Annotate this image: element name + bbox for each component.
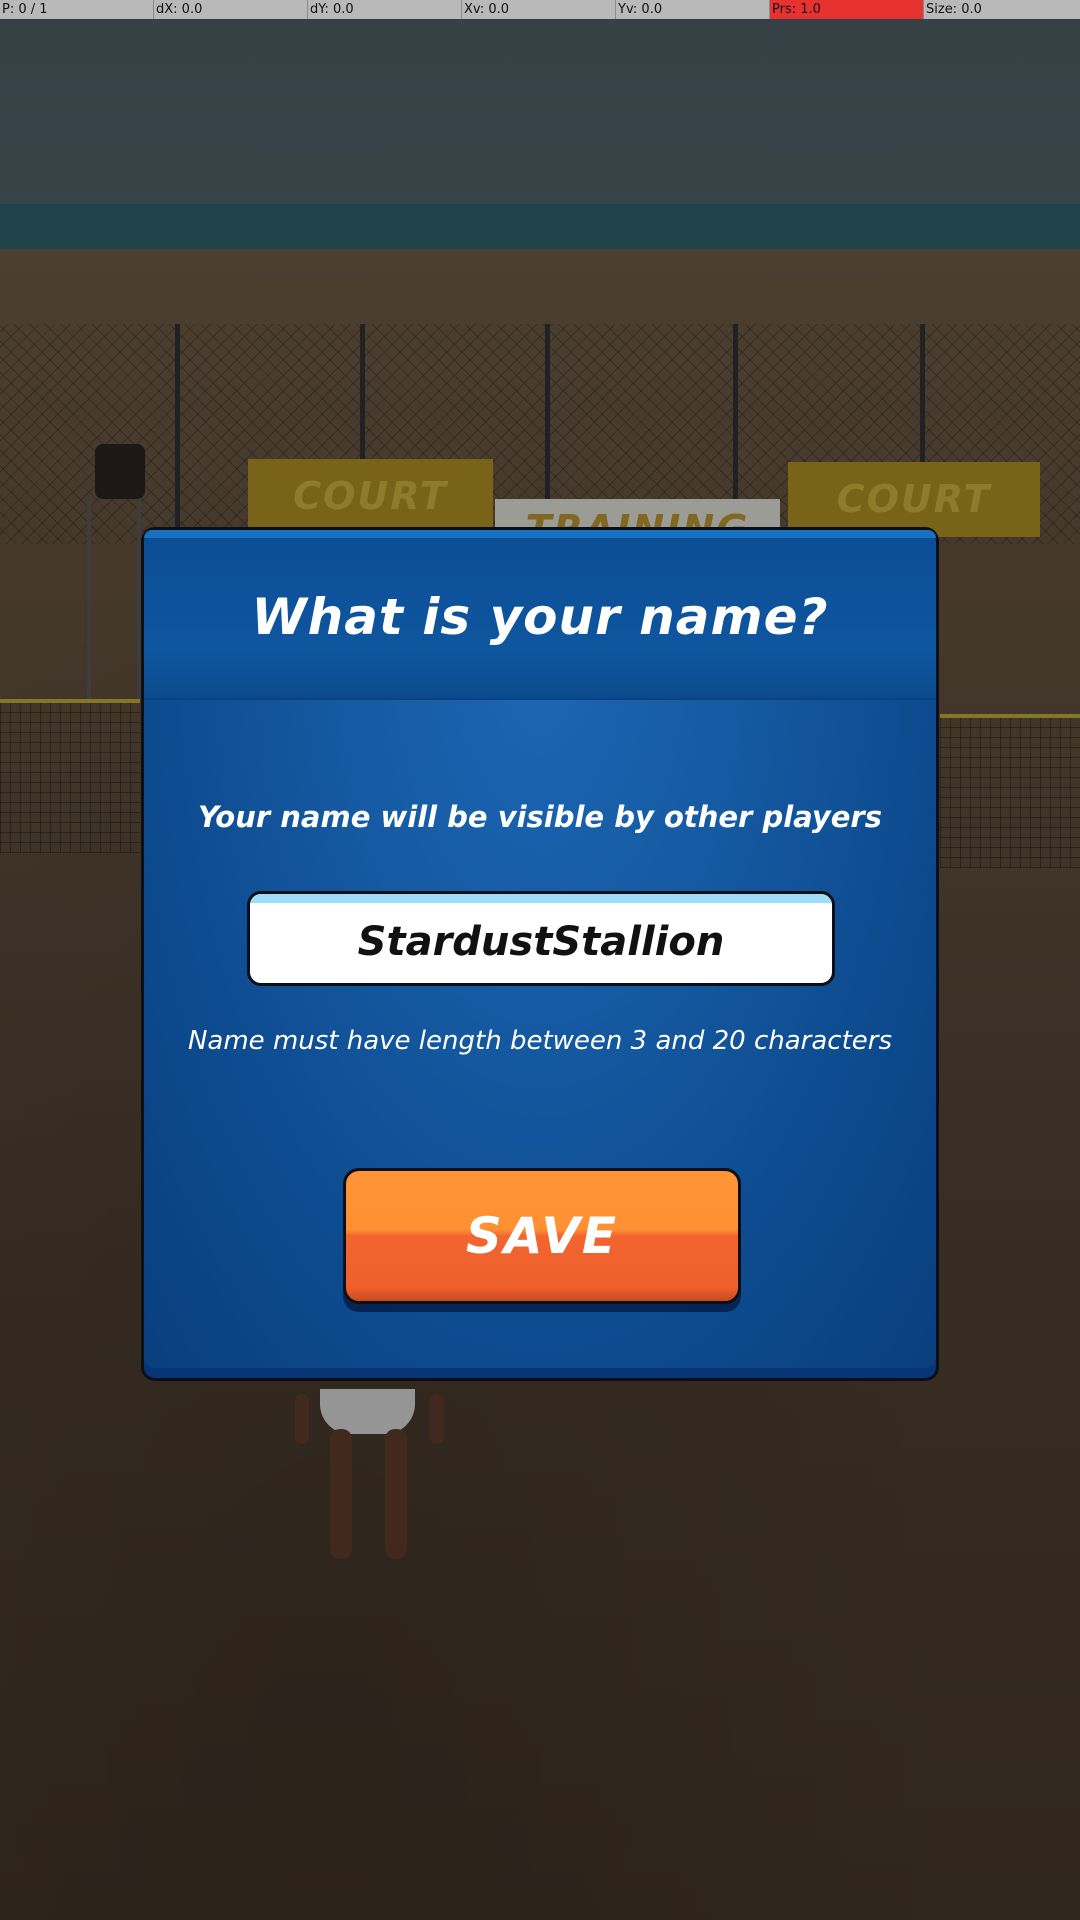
dialog-title: What is your name? <box>251 588 829 646</box>
velocity-y: Yv: 0.0 <box>616 0 770 19</box>
touch-size: Size: 0.0 <box>926 2 982 17</box>
name-dialog: What is your name? Your name will be vis… <box>141 527 939 1381</box>
save-button[interactable]: SAVE <box>343 1168 741 1304</box>
name-length-hint: Name must have length between 3 and 20 c… <box>187 1026 893 1056</box>
velocity-x: Xv: 0.0 <box>462 0 616 19</box>
save-button-label: SAVE <box>465 1207 619 1265</box>
delta-y: dY: 0.0 <box>308 0 462 19</box>
delta-x: dX: 0.0 <box>154 0 308 19</box>
pressure: Prs: 1.0 <box>770 0 924 19</box>
pointer-debug-bar: P: 0 / 1 dX: 0.0 dY: 0.0 Xv: 0.0 Yv: 0.0… <box>0 0 1080 19</box>
dialog-subtitle: Your name will be visible by other playe… <box>198 800 882 834</box>
name-input[interactable] <box>250 902 832 982</box>
name-input-box[interactable] <box>247 891 835 986</box>
pointer-count: P: 0 / 1 <box>0 0 154 19</box>
